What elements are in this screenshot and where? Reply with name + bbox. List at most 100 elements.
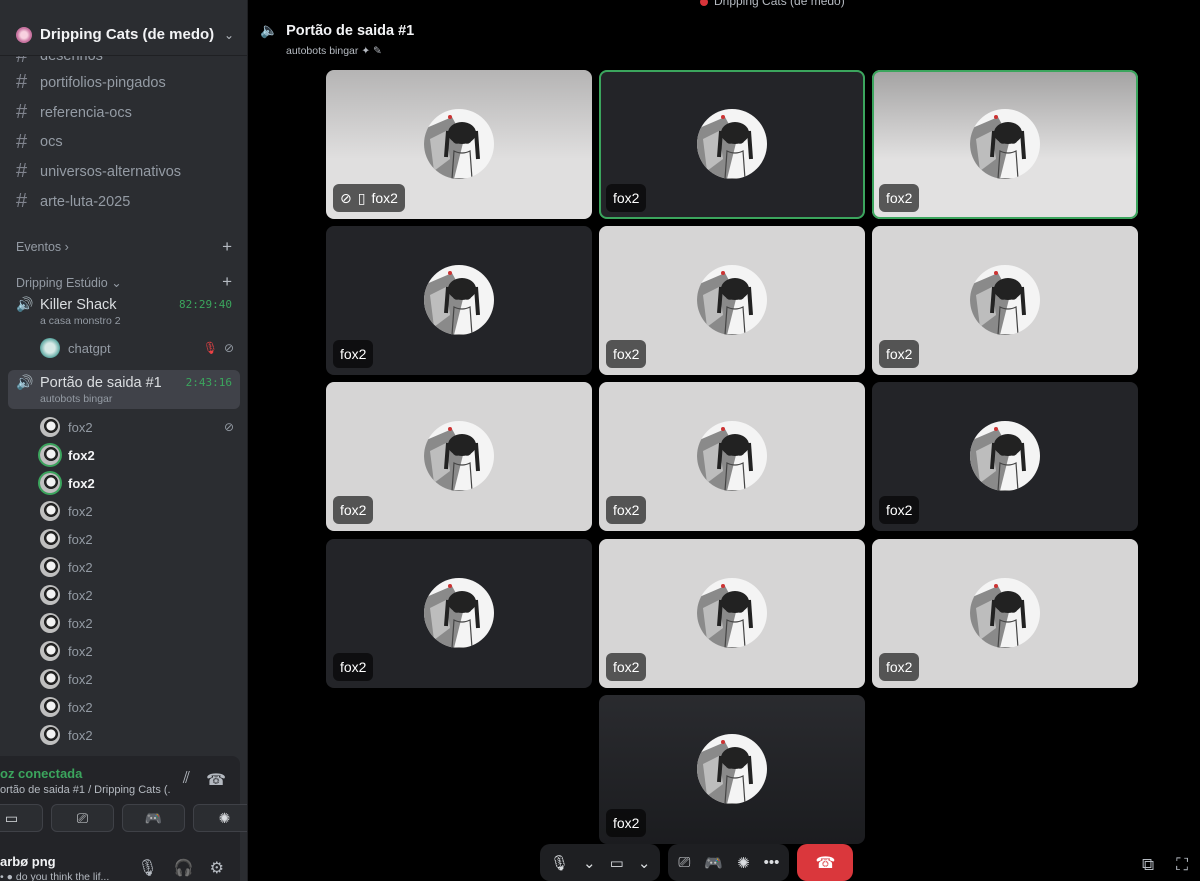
video-tile[interactable]: fox2 [872, 539, 1138, 688]
voice-channel-path[interactable]: ortão de saida #1 / Dripping Cats (... [0, 784, 170, 796]
fullscreen-icon[interactable]: ⛶ [1176, 855, 1188, 875]
camera-off-icon[interactable]: ▭ [610, 854, 624, 872]
voice-member[interactable]: fox2 [40, 471, 240, 495]
soundboard-icon: ✺ [218, 809, 231, 826]
noise-suppression-icon[interactable]: ⫽ [183, 770, 190, 790]
mic-control-group: 🎙 ⌄ ▭ ⌄ [540, 844, 661, 881]
more-icon[interactable]: ••• [764, 854, 780, 871]
tile-name-label: fox2 [333, 653, 374, 681]
video-tile[interactable]: ⊘ ▯ fox2 [326, 70, 592, 219]
voice-member[interactable]: fox2 [40, 443, 240, 467]
channel-sidebar: Dripping Cats (de medo) ⌄ #desenhos #por… [0, 0, 248, 881]
deafened-icon: ⊘ [340, 189, 352, 206]
gamepad-icon[interactable]: 🎮 [704, 854, 723, 872]
chevron-down-icon: ⌄ [111, 275, 122, 290]
video-tile[interactable]: fox2 [326, 382, 592, 531]
channel-referencia-ocs[interactable]: # referencia-ocs [8, 98, 240, 128]
voice-call-header: 🔈 Portão de saida #1 autobots bingar ✦ ✎ [260, 22, 415, 58]
disconnect-button[interactable]: ☎ [797, 844, 854, 881]
channel-universos-alternativos[interactable]: # universos-alternativos [8, 157, 240, 187]
microphone-icon[interactable]: 🎙 [550, 854, 569, 872]
voice-member[interactable]: fox2 [40, 527, 240, 551]
server-icon [16, 26, 32, 43]
avatar [697, 109, 767, 179]
avatar [970, 578, 1040, 648]
tile-name-label: fox2 [879, 184, 920, 212]
tile-name-label: fox2 [606, 340, 647, 368]
activity-button[interactable]: 🎮 [122, 804, 185, 832]
voice-status[interactable]: oz conectada [0, 766, 82, 781]
hash-icon: # [16, 101, 28, 124]
channel-portifolios-pingados[interactable]: # portifolios-pingados [8, 68, 240, 98]
voice-channel-portao[interactable]: 🔊 Portão de saida #1 2:43:16 autobots bi… [8, 370, 240, 409]
video-tile[interactable]: fox2 [326, 539, 592, 688]
headphones-icon[interactable]: 🎧 [174, 858, 194, 878]
call-controls: 🎙 ⌄ ▭ ⌄ ⎚ 🎮 ✺ ••• ☎ [540, 844, 854, 881]
chevron-down-icon[interactable]: ⌄ [224, 28, 234, 42]
add-icon[interactable]: + [222, 237, 232, 257]
text-channel-list: #desenhos #portifolios-pingados #referen… [8, 44, 240, 216]
video-tile[interactable]: fox2 [872, 226, 1138, 375]
voice-member[interactable]: fox2 [40, 611, 240, 635]
chevron-down-icon[interactable]: ⌄ [638, 854, 651, 872]
video-tile[interactable]: fox2 [599, 70, 865, 219]
soundboard-button[interactable]: ✺ [193, 804, 247, 832]
avatar [40, 613, 60, 633]
category-dripping-estudio[interactable]: Dripping Estúdio ⌄ + [16, 272, 240, 292]
avatar [970, 421, 1040, 491]
avatar [40, 669, 60, 689]
microphone-icon[interactable]: 🎙 [137, 858, 157, 878]
voice-member[interactable]: fox2 [40, 583, 240, 607]
video-tile[interactable]: fox2 [599, 226, 865, 375]
speaker-icon: 🔊 [16, 296, 34, 312]
avatar [424, 265, 494, 335]
screen-share-button[interactable]: ⎚ [51, 804, 114, 832]
voice-member[interactable]: fox2 [40, 667, 240, 691]
category-eventos[interactable]: Eventos › + [16, 237, 240, 257]
channel-ocs[interactable]: # ocs [8, 127, 240, 157]
voice-user-chatgpt[interactable]: chatgpt 🎙 ⊘ [40, 336, 240, 360]
soundboard-icon[interactable]: ✺ [737, 854, 750, 872]
voice-member[interactable]: fox2 [40, 639, 240, 663]
camera-button[interactable]: ▭ [0, 804, 43, 832]
avatar [40, 473, 60, 493]
server-header[interactable]: Dripping Cats (de medo) ⌄ [0, 14, 247, 56]
avatar [697, 734, 767, 804]
screen-share-icon: ⎚ [76, 809, 89, 826]
deafened-icon: ⊘ [223, 420, 234, 434]
video-tile[interactable]: fox2 [872, 382, 1138, 531]
add-icon[interactable]: + [222, 272, 232, 292]
avatar [697, 578, 767, 648]
chevron-down-icon[interactable]: ⌄ [583, 854, 596, 872]
voice-member[interactable]: fox2 [40, 695, 240, 719]
mic-muted-icon: 🎙 [202, 341, 218, 355]
voice-member[interactable]: fox2 [40, 723, 240, 747]
disconnect-icon[interactable]: ☎ [206, 770, 226, 790]
speaker-icon: 🔈 [260, 23, 279, 39]
pencil-icon[interactable]: ✎ [373, 45, 382, 57]
tile-name-label: fox2 [606, 653, 647, 681]
video-tile[interactable]: fox2 [599, 539, 865, 688]
avatar [40, 417, 60, 437]
popout-icon[interactable]: ⧉ [1142, 855, 1154, 875]
voice-member[interactable]: fox2 [40, 499, 240, 523]
voice-channel-killer-shack[interactable]: 🔊 Killer Shack 82:29:40 a casa monstro 2 [8, 292, 240, 331]
gear-icon[interactable]: ⚙ [210, 858, 224, 878]
call-status[interactable]: autobots bingar ✦ ✎ [286, 45, 414, 57]
gamepad-icon: 🎮 [144, 809, 163, 826]
user-name[interactable]: arbø png [0, 854, 56, 869]
voice-member[interactable]: fox2 [40, 555, 240, 579]
video-tile[interactable]: fox2 [872, 70, 1138, 219]
voice-member[interactable]: fox2 ⊘ [40, 415, 240, 439]
call-title: Portão de saida #1 [286, 22, 415, 39]
screen-share-icon[interactable]: ⎚ [678, 854, 690, 871]
channel-arte-luta-2025[interactable]: # arte-luta-2025 [8, 187, 240, 217]
avatar [424, 421, 494, 491]
chevron-right-icon: › [64, 240, 69, 254]
video-tile[interactable]: fox2 [599, 382, 865, 531]
tile-name-label: fox2 [879, 340, 920, 368]
video-tile[interactable]: fox2 [326, 226, 592, 375]
hash-icon: # [16, 71, 28, 94]
video-tile[interactable]: fox2 [599, 695, 865, 844]
tile-name-label: fox2 [879, 496, 920, 524]
